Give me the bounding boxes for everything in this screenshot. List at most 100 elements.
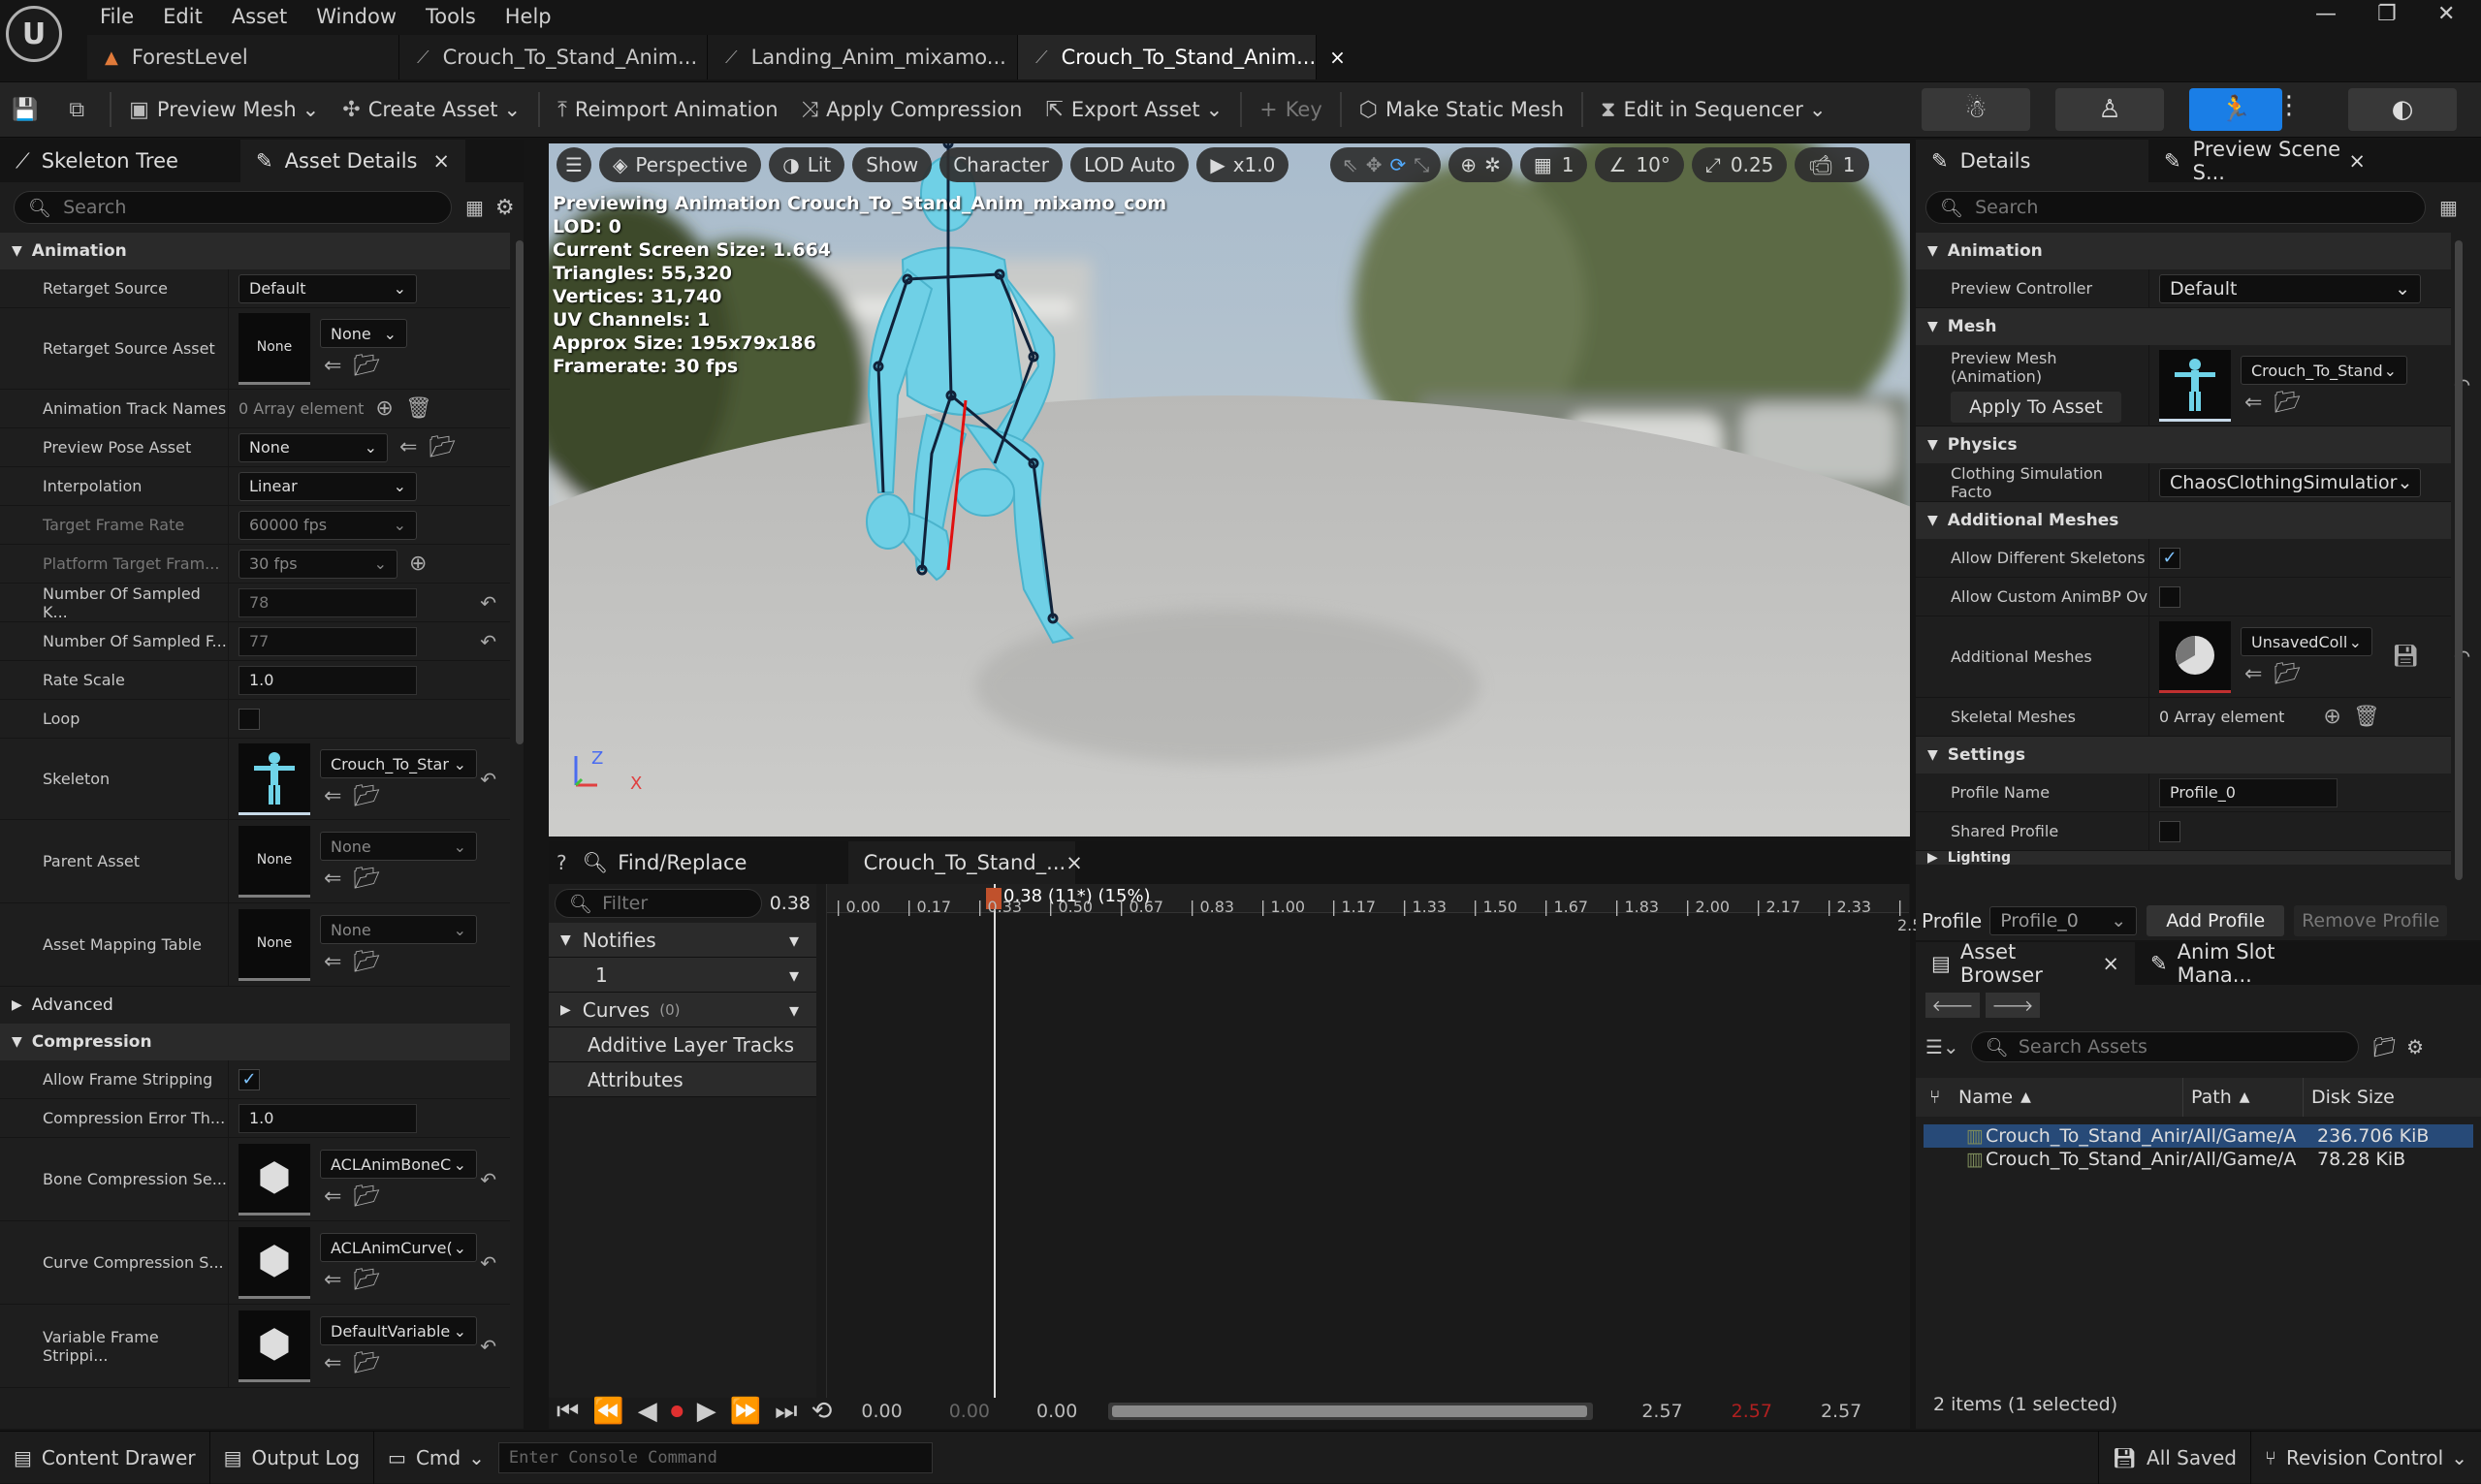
preview-mesh-dropdown[interactable]: Crouch_To_Stand ⌄ [2241, 356, 2407, 385]
tab-asset-browser[interactable]: ▤ Asset Browser × [1916, 940, 2135, 987]
interpolation-dropdown[interactable]: Linear ⌄ [239, 471, 417, 501]
apply-compression-button[interactable]: ⤨ Apply Compression [790, 81, 1034, 138]
mesh-category[interactable]: ▼ Mesh [1916, 308, 2451, 345]
add-element-icon[interactable]: ⊕ [409, 552, 427, 576]
compression-category[interactable]: ▼ Compression [0, 1024, 510, 1060]
back-button[interactable]: 🡐 [1925, 993, 1980, 1018]
lit-button[interactable]: ◑ Lit [769, 147, 845, 182]
target-frame-rate-dropdown[interactable]: 60000 fps ⌄ [239, 510, 417, 540]
animation-mode-button[interactable]: 🏃 [2189, 88, 2282, 131]
close-tab-icon[interactable]: × [1066, 851, 1083, 874]
browse-button[interactable]: ⧉ [57, 81, 104, 138]
range-end-time[interactable]: 2.57 [1641, 1401, 1682, 1422]
view-end-time[interactable]: 2.57 [1821, 1401, 1861, 1422]
clothing-simulation-dropdown[interactable]: ChaosClothingSimulatior ⌄ [2159, 467, 2421, 497]
browse-folder-icon[interactable]: 📂︎ [353, 867, 380, 891]
shared-profile-checkbox[interactable] [2159, 820, 2180, 842]
reset-icon[interactable]: ↶ [480, 1335, 496, 1358]
restore-icon[interactable]: ❐ [2377, 2, 2397, 26]
platform-target-dropdown[interactable]: 30 fps ⌄ [239, 549, 398, 579]
browse-folder-icon[interactable]: 📂︎ [353, 950, 380, 974]
preview-pose-dropdown[interactable]: None ⌄ [239, 432, 388, 462]
menu-edit[interactable]: Edit [148, 0, 217, 33]
reset-icon[interactable]: ↶ [480, 591, 496, 615]
dropdown-arrow-icon[interactable]: ▾ [789, 998, 799, 1022]
content-drawer-button[interactable]: ▤ Content Drawer [0, 1431, 210, 1484]
column-disk-size[interactable]: Disk Size [2304, 1087, 2395, 1108]
use-selected-icon[interactable]: ⇐ [324, 1184, 341, 1209]
play-icon[interactable]: ▶ [697, 1397, 716, 1426]
browse-folder-icon[interactable]: 📂︎ [353, 1268, 380, 1292]
playback-speed-button[interactable]: ▶ x1.0 [1196, 147, 1289, 182]
view-start-time[interactable]: 0.00 [861, 1401, 902, 1422]
parent-asset-dropdown[interactable]: None ⌄ [320, 832, 477, 861]
preview-controller-dropdown[interactable]: Default ⌄ [2159, 273, 2421, 303]
list-item[interactable]: ▥ Crouch_To_Stand_Anir/All/Game/A 78.28 Ki… [1924, 1148, 2473, 1171]
add-element-icon[interactable]: ⊕ [375, 396, 393, 421]
apply-to-asset-button[interactable]: Apply To Asset [1951, 391, 2121, 423]
tab-preview-scene[interactable]: ✎ Preview Scene S... × [2148, 138, 2381, 184]
allow-different-skeletons-checkbox[interactable]: ✓ [2159, 547, 2180, 569]
preview-details-scrollbar[interactable] [2455, 240, 2463, 880]
tab-landing-anim[interactable]: ⟋ Landing_Anim_mixamo... [708, 35, 1018, 79]
tab-crouch-anim-active[interactable]: ⟋ Crouch_To_Stand_Anim... × [1018, 35, 1346, 79]
skeleton-dropdown[interactable]: Crouch_To_Star ⌄ [320, 749, 477, 778]
sampled-frames-field[interactable]: 77 [239, 626, 417, 656]
console-command-input[interactable]: Enter Console Command [497, 1441, 933, 1473]
preview-viewport[interactable]: ☰ ◈ Perspective ◑ Lit Show Character LOD A… [549, 143, 1910, 837]
use-selected-icon[interactable]: ⇐ [399, 435, 417, 459]
use-selected-icon[interactable]: ⇐ [324, 867, 341, 891]
curve-compression-dropdown[interactable]: ACLAnimCurve(⌄ [320, 1233, 477, 1262]
tab-find-replace[interactable]: 🔍︎ Find/Replace [567, 841, 839, 884]
asset-thumbnail[interactable]: None [239, 312, 310, 385]
tab-asset-details[interactable]: ✎ Asset Details × [240, 140, 465, 182]
animation-category[interactable]: ▼ Animation [0, 233, 510, 269]
close-window-icon[interactable]: ✕ [2437, 2, 2455, 26]
tab-details[interactable]: ✎ Details [1916, 140, 2148, 182]
asset-thumbnail[interactable]: None [239, 825, 310, 898]
additional-meshes-dropdown[interactable]: UnsavedColl ⌄ [2241, 627, 2372, 656]
error-threshold-field[interactable]: 1.0 [239, 1103, 417, 1133]
use-selected-icon[interactable]: ⇐ [2244, 662, 2262, 686]
allow-custom-animbp-checkbox[interactable] [2159, 585, 2180, 608]
save-asset-icon[interactable]: 💾︎ [2392, 645, 2419, 669]
play-start-time[interactable]: 0.00 [949, 1401, 990, 1422]
physics-mode-button[interactable]: ◐ [2348, 88, 2457, 131]
unreal-logo-icon[interactable]: U [6, 6, 62, 62]
record-icon[interactable]: ⏺ [671, 1397, 684, 1427]
scrollbar-thumb[interactable] [1112, 1405, 1588, 1417]
grid-view-icon[interactable]: ▦ [2439, 196, 2458, 219]
perspective-button[interactable]: ◈ Perspective [599, 147, 762, 182]
folder-icon[interactable]: 📁︎ [2372, 1035, 2397, 1058]
preview-details-search[interactable]: 🔍︎ Search [1925, 191, 2426, 224]
use-selected-icon[interactable]: ⇐ [324, 1268, 341, 1292]
reset-icon[interactable]: ↶ [480, 1168, 496, 1191]
timeline-scrollbar[interactable] [1108, 1403, 1594, 1420]
browse-folder-icon[interactable]: 📂︎ [2274, 662, 2301, 686]
browse-folder-icon[interactable]: 📂︎ [353, 1184, 380, 1209]
settings-gear-icon[interactable]: ⚙ [495, 196, 515, 220]
advanced-category[interactable]: ▶ Advanced [0, 987, 510, 1024]
skeleton-mode-button[interactable]: ☃ [1922, 88, 2030, 131]
tab-anim-slot-manager[interactable]: ✎ Anim Slot Mana... [2135, 940, 2368, 987]
mesh-mode-button[interactable]: ♙ [2055, 88, 2164, 131]
help-icon[interactable]: ? [557, 851, 567, 874]
skeleton-thumbnail[interactable] [239, 742, 310, 815]
physics-category[interactable]: ▼ Physics [1916, 426, 2451, 463]
column-path[interactable]: Path ▲ [2183, 1078, 2304, 1117]
reset-icon[interactable]: ↶ [480, 768, 496, 791]
use-selected-icon[interactable]: ⇐ [2244, 391, 2262, 415]
close-tab-icon[interactable]: × [432, 149, 450, 173]
angle-snap-button[interactable]: ∠ 10° [1595, 147, 1684, 182]
additive-layer-tracks[interactable]: Additive Layer Tracks [549, 1027, 816, 1062]
retarget-source-dropdown[interactable]: Default ⌄ [239, 273, 417, 303]
more-options-icon[interactable]: ⋮ [2276, 91, 2302, 120]
animation-category[interactable]: ▼ Animation [1916, 233, 2451, 269]
revision-control-button[interactable]: ⑂ Revision Control ⌄ [2251, 1432, 2481, 1484]
grid-view-icon[interactable]: ▦ [465, 196, 484, 219]
tab-crouch-anim-1[interactable]: ⟋ Crouch_To_Stand_Anim... [399, 35, 708, 79]
use-selected-icon[interactable]: ⇐ [324, 1351, 341, 1375]
menu-file[interactable]: File [85, 0, 148, 33]
trash-icon[interactable]: 🗑︎ [405, 396, 432, 421]
column-name[interactable]: Name ▲ [1958, 1078, 2183, 1117]
